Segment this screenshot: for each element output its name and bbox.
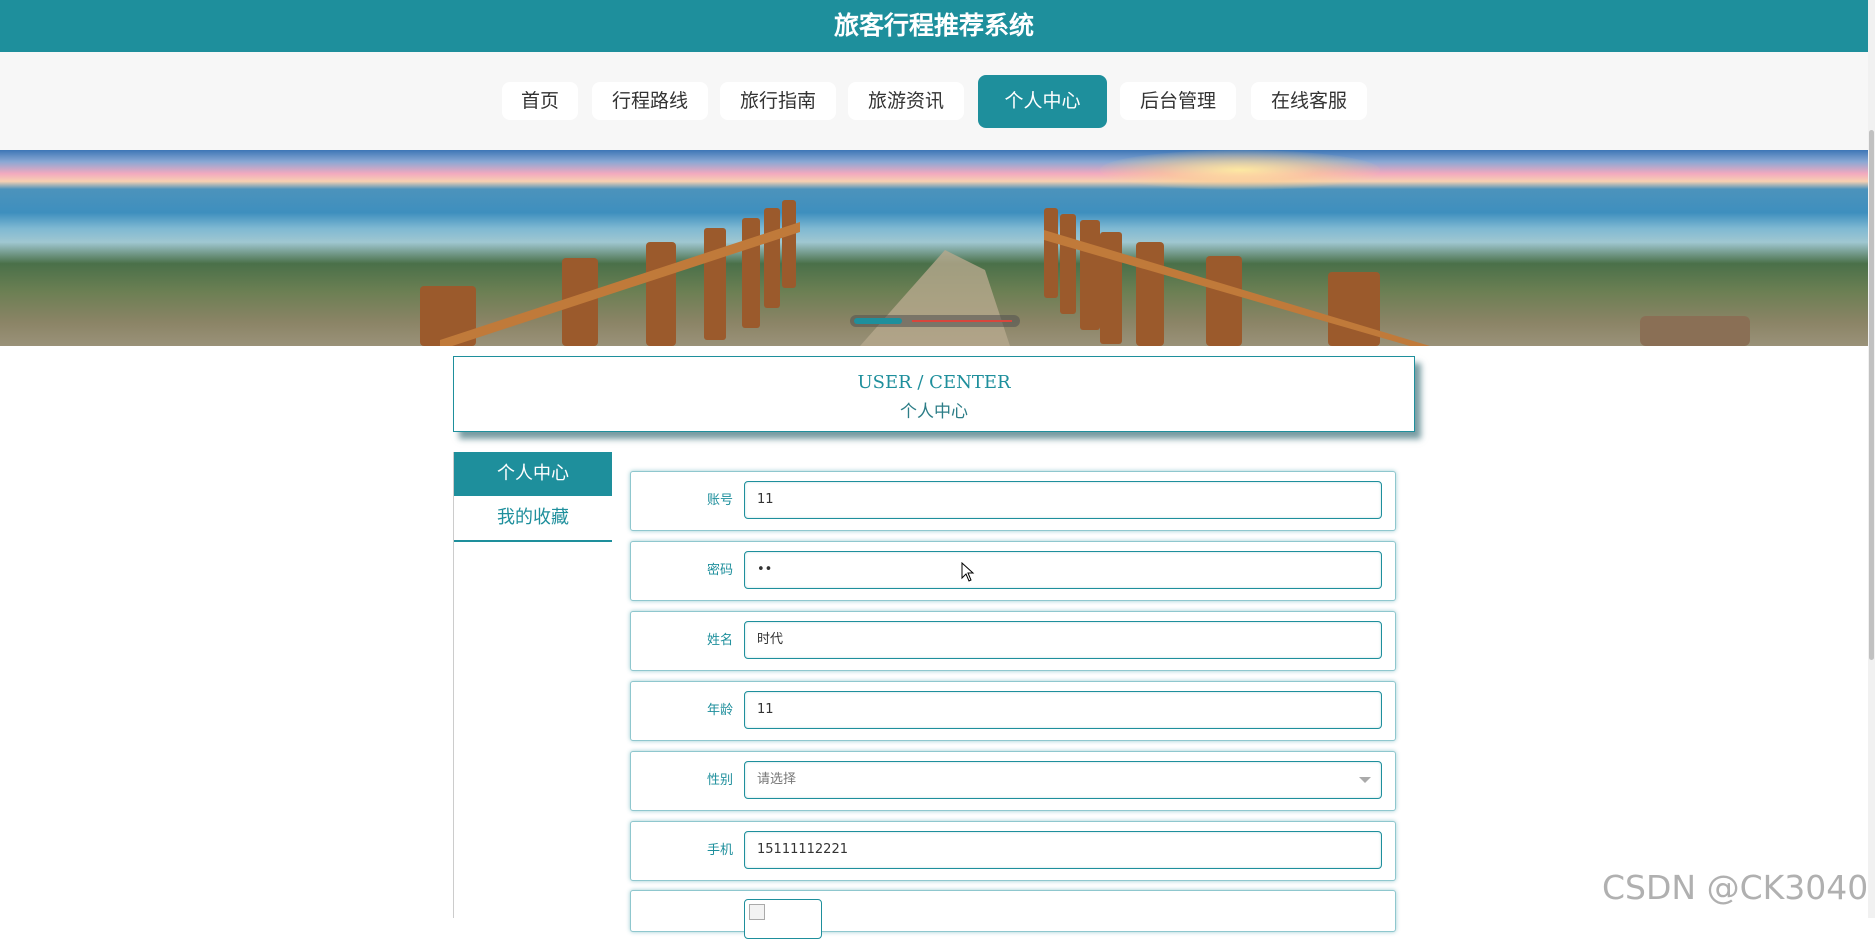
sidebar-item-favorites[interactable]: 我的收藏 (454, 496, 612, 542)
form-row-age: 年龄 11 (630, 681, 1396, 741)
password-label: 密码 (706, 563, 733, 578)
user-sidebar: 个人中心 我的收藏 (453, 452, 612, 918)
mouse-pointer-icon (961, 562, 975, 582)
age-input[interactable]: 11 (744, 691, 1382, 729)
form-row-account: 账号 11 (630, 471, 1396, 531)
nav-support[interactable]: 在线客服 (1251, 82, 1367, 120)
gender-label: 性别 (706, 773, 733, 788)
phone-input[interactable]: 15111112221 (744, 831, 1382, 869)
carousel-track[interactable] (912, 320, 1012, 322)
scrollbar-thumb[interactable] (1869, 130, 1874, 660)
carousel-dot-active[interactable] (854, 318, 902, 324)
chevron-down-icon (1359, 777, 1371, 783)
form-row-name: 姓名 时代 (630, 611, 1396, 671)
nav-routes[interactable]: 行程路线 (592, 82, 708, 120)
avatar-upload[interactable] (744, 899, 822, 939)
nav-news[interactable]: 旅游资讯 (848, 82, 964, 120)
nav-admin[interactable]: 后台管理 (1120, 82, 1236, 120)
form-row-password: 密码 •• (630, 541, 1396, 601)
page-scrollbar[interactable] (1868, 0, 1875, 918)
form-row-gender: 性别 请选择 (630, 751, 1396, 811)
watermark: CSDN @CK3040 (1602, 868, 1869, 907)
site-title: 旅客行程推荐系统 (833, 11, 1034, 40)
form-row-phone: 手机 15111112221 (630, 821, 1396, 881)
name-label: 姓名 (706, 633, 733, 648)
nav-guide[interactable]: 旅行指南 (720, 82, 836, 120)
carousel-indicator[interactable] (850, 315, 1020, 327)
account-input[interactable]: 11 (744, 481, 1382, 519)
section-header: USER / CENTER 个人中心 (453, 356, 1415, 432)
sidebar-item-user-center[interactable]: 个人中心 (454, 452, 612, 496)
password-input[interactable]: •• (744, 551, 1382, 589)
gender-select[interactable]: 请选择 (744, 761, 1382, 799)
site-title-bar: 旅客行程推荐系统 (0, 0, 1868, 52)
nav-user-center[interactable]: 个人中心 (978, 75, 1107, 128)
account-label: 账号 (706, 493, 733, 508)
age-label: 年龄 (706, 703, 733, 718)
nav-home[interactable]: 首页 (502, 82, 578, 120)
main-nav: 首页 行程路线 旅行指南 旅游资讯 个人中心 后台管理 在线客服 (0, 52, 1868, 150)
section-title-cn: 个人中心 (900, 402, 968, 422)
gender-placeholder: 请选择 (757, 772, 797, 787)
banner-carousel[interactable] (0, 150, 1868, 346)
phone-label: 手机 (706, 843, 733, 858)
section-title-en: USER / CENTER (857, 372, 1011, 393)
form-row-avatar (630, 890, 1396, 939)
name-input[interactable]: 时代 (744, 621, 1382, 659)
